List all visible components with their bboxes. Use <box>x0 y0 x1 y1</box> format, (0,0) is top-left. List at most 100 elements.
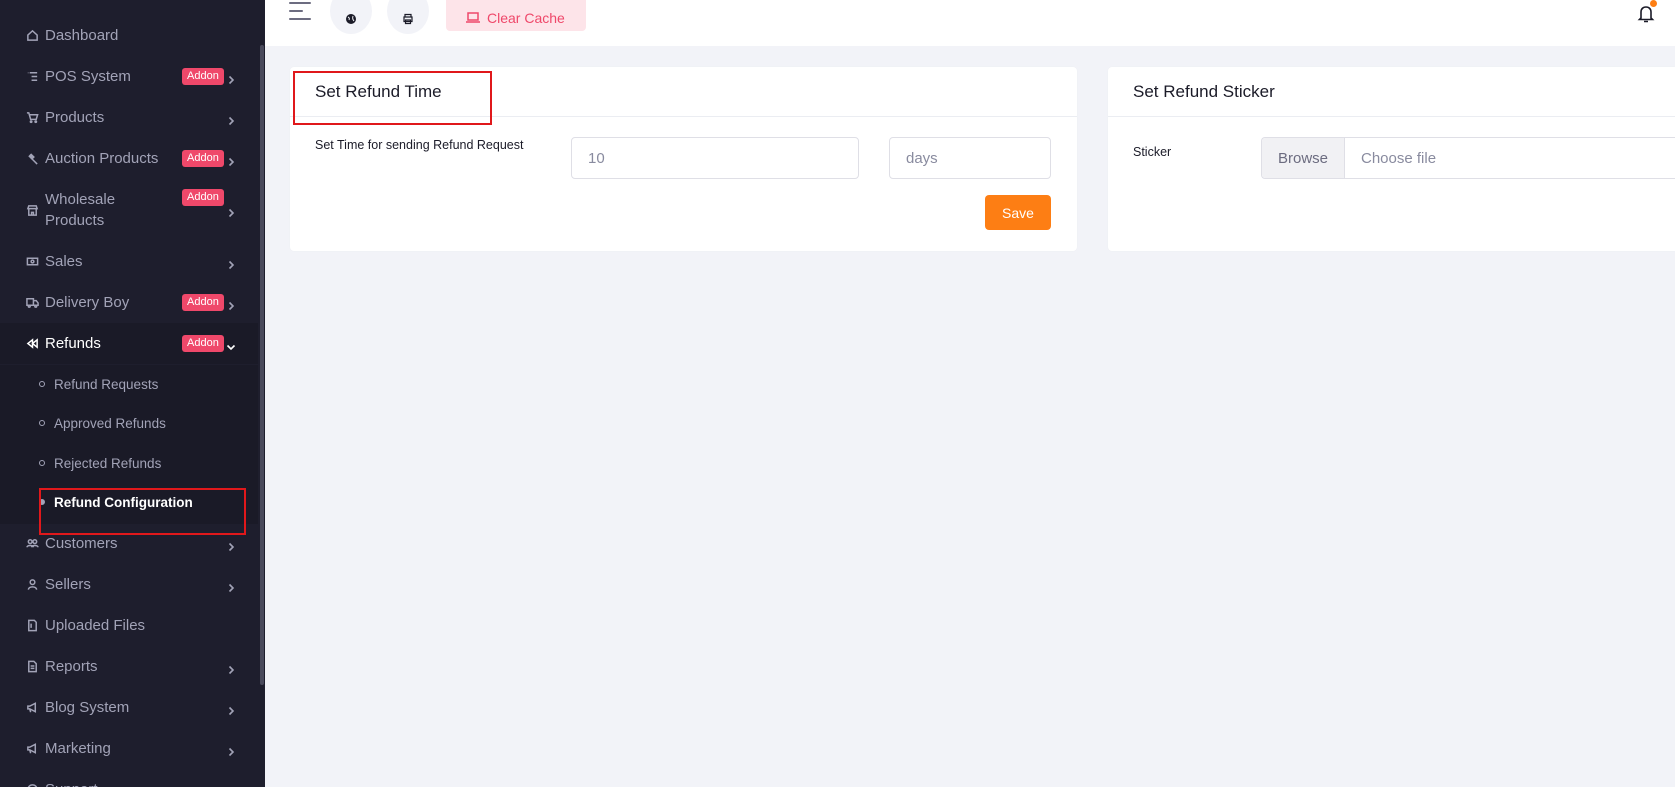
chevron-right-icon <box>226 744 236 756</box>
refund-time-input[interactable]: 10 <box>571 137 859 179</box>
home-icon <box>25 29 39 43</box>
sidebar-item-blog-system[interactable]: Blog System <box>0 687 258 728</box>
chevron-right-icon <box>226 662 236 674</box>
sidebar-item-auction-products[interactable]: Auction Products Addon <box>0 138 258 179</box>
browse-website-button[interactable] <box>330 0 372 34</box>
sidebar-item-label: Support <box>45 779 98 787</box>
sidebar-item-sales[interactable]: Sales <box>0 241 258 282</box>
card-header: Set Refund Time <box>290 67 1077 117</box>
file-icon <box>25 660 39 674</box>
refunds-submenu: Refund Requests Approved Refunds Rejecte… <box>0 365 258 524</box>
sidebar-item-label: Delivery Boy <box>45 294 130 311</box>
chevron-right-icon <box>226 257 236 269</box>
chevron-down-icon <box>226 339 236 350</box>
chevron-right-icon <box>226 703 236 715</box>
sidebar-item-label: Uploaded Files <box>45 617 146 634</box>
addon-badge: Addon <box>182 294 224 311</box>
sticker-file-input[interactable]: Browse Choose file <box>1261 137 1675 179</box>
pos-print-button[interactable] <box>387 0 429 34</box>
sidebar-item-label: POS System <box>45 68 131 85</box>
sidebar-item-label: Wholesale <box>45 191 116 208</box>
chevron-right-icon <box>226 580 236 592</box>
card-title: Set Refund Time <box>315 82 442 101</box>
submenu-item-label: Refund Configuration <box>54 494 193 510</box>
sidebar-item-label: Marketing <box>45 740 111 757</box>
submenu-item-refund-requests[interactable]: Refund Requests <box>0 365 258 403</box>
support-icon <box>25 783 39 787</box>
sidebar-item-refunds[interactable]: Refunds Addon <box>0 323 258 364</box>
sidebar-item-pos-system[interactable]: POS System Addon <box>0 56 258 97</box>
sidebar-item-support[interactable]: Support <box>0 769 258 787</box>
sidebar: Dashboard POS System Addon Products Auct… <box>0 0 265 787</box>
list-icon <box>25 70 39 84</box>
sidebar-scrollbar[interactable] <box>260 45 264 685</box>
addon-badge: Addon <box>182 150 224 167</box>
sidebar-item-label: Reports <box>45 658 98 675</box>
sidebar-item-label: Products <box>45 109 105 126</box>
refund-sticker-card: Set Refund Sticker Sticker Browse Choose… <box>1108 67 1675 251</box>
submenu-item-label: Approved Refunds <box>54 415 166 431</box>
menu-toggle-icon[interactable] <box>289 2 313 26</box>
sticker-label: Sticker <box>1133 145 1172 159</box>
submenu-item-label: Rejected Refunds <box>54 455 162 471</box>
globe-icon <box>346 14 356 24</box>
money-icon <box>25 255 39 269</box>
bullet-icon <box>39 420 45 426</box>
addon-badge: Addon <box>182 335 224 352</box>
megaphone-icon <box>25 742 39 756</box>
printer-icon <box>403 13 413 25</box>
sidebar-item-sellers[interactable]: Sellers <box>0 564 258 605</box>
store-icon <box>25 203 39 217</box>
backward-icon <box>25 337 39 351</box>
clear-cache-label: Clear Cache <box>487 9 565 26</box>
sidebar-item-uploaded-files[interactable]: Uploaded Files <box>0 605 258 646</box>
sidebar-item-delivery-boy[interactable]: Delivery Boy Addon <box>0 282 258 323</box>
bullet-icon <box>39 499 45 505</box>
card-header: Set Refund Sticker <box>1108 67 1675 117</box>
sidebar-item-customers[interactable]: Customers <box>0 523 258 564</box>
chevron-right-icon <box>226 205 236 218</box>
submenu-item-refund-configuration[interactable]: Refund Configuration <box>0 483 258 521</box>
folder-icon <box>25 619 39 633</box>
refund-time-label: Set Time for sending Refund Request <box>315 138 524 152</box>
browse-button[interactable]: Browse <box>1262 138 1345 178</box>
submenu-item-approved-refunds[interactable]: Approved Refunds <box>0 404 258 442</box>
chevron-right-icon <box>226 72 236 84</box>
sidebar-item-dashboard[interactable]: Dashboard <box>0 15 258 56</box>
bullet-icon <box>39 460 45 466</box>
addon-badge: Addon <box>182 189 224 206</box>
sidebar-item-wholesale-products[interactable]: Wholesale Products Addon <box>0 189 258 231</box>
sidebar-item-label: Dashboard <box>45 27 119 44</box>
sidebar-item-marketing[interactable]: Marketing <box>0 728 258 769</box>
bullet-icon <box>39 381 45 387</box>
gavel-icon <box>25 152 39 166</box>
clear-cache-button[interactable]: Clear Cache <box>446 0 586 31</box>
topbar: Clear Cache <box>265 0 1675 46</box>
sidebar-item-label: Auction Products <box>45 150 159 167</box>
sidebar-item-reports[interactable]: Reports <box>0 646 258 687</box>
refund-time-unit: days <box>889 137 1051 179</box>
submenu-item-rejected-refunds[interactable]: Rejected Refunds <box>0 444 258 482</box>
truck-icon <box>25 296 39 310</box>
laptop-icon <box>466 12 480 23</box>
addon-badge: Addon <box>182 68 224 85</box>
sidebar-item-label: Sellers <box>45 576 91 593</box>
card-title: Set Refund Sticker <box>1133 82 1275 101</box>
cart-icon <box>25 111 39 125</box>
notification-bell-icon[interactable] <box>1637 4 1657 26</box>
users-icon <box>25 537 39 551</box>
chevron-right-icon <box>226 113 236 125</box>
sidebar-item-label: Blog System <box>45 699 130 716</box>
sidebar-item-label-line2: Products <box>45 212 105 229</box>
megaphone-icon <box>25 701 39 715</box>
sidebar-item-label: Sales <box>45 253 83 270</box>
sidebar-item-label: Customers <box>45 535 118 552</box>
sidebar-item-label: Refunds <box>45 335 101 352</box>
sidebar-item-products[interactable]: Products <box>0 97 258 138</box>
submenu-item-label: Refund Requests <box>54 376 159 392</box>
chevron-right-icon <box>226 539 236 551</box>
user-icon <box>25 578 39 592</box>
save-button[interactable]: Save <box>985 195 1051 230</box>
choose-file-text: Choose file <box>1361 149 1437 167</box>
chevron-right-icon <box>226 154 236 166</box>
